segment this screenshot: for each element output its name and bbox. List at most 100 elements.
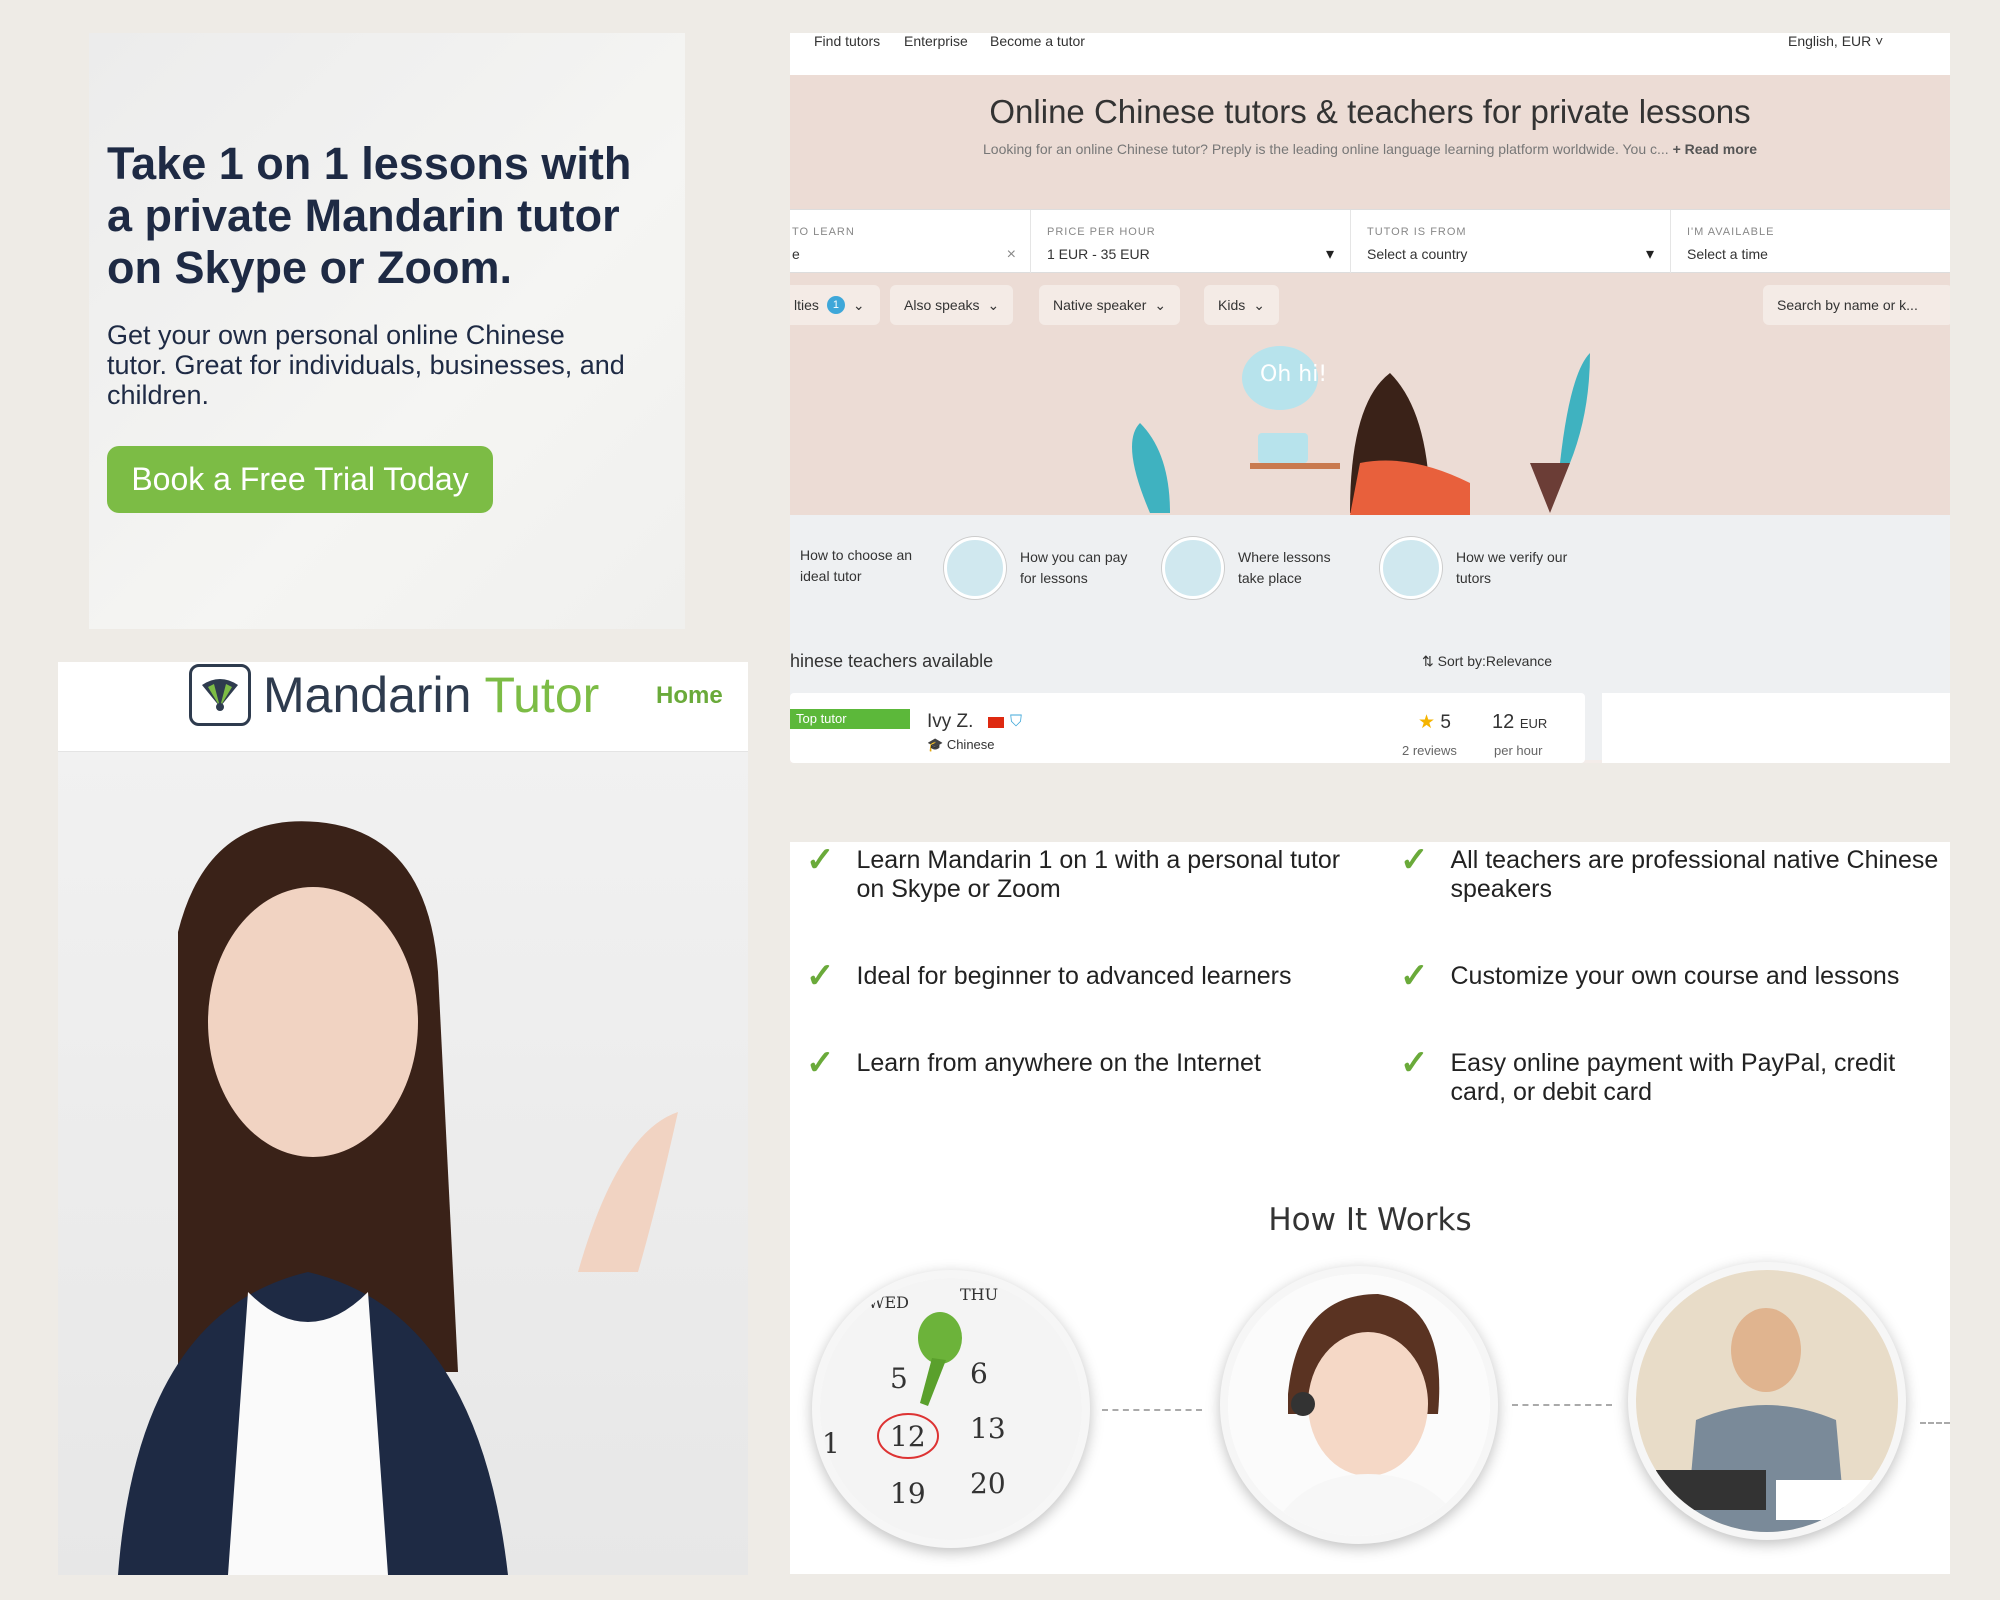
- video-preview-card[interactable]: [1602, 693, 1950, 763]
- dropdown-caret-icon: ▾: [1325, 246, 1334, 263]
- language-currency-selector[interactable]: English, EUR ˅: [1788, 33, 1883, 49]
- video-lesson-icon: [1162, 537, 1224, 599]
- filter-value: e: [792, 246, 800, 262]
- nav-become-tutor[interactable]: Become a tutor: [990, 33, 1085, 49]
- checkmark-icon: ✓: [806, 841, 835, 879]
- how-it-works-heading: How It Works: [1268, 1202, 1472, 1238]
- brand-name-accent: Tutor: [484, 667, 600, 723]
- nav-enterprise[interactable]: Enterprise: [904, 33, 968, 49]
- chip-label: Native speaker: [1053, 297, 1147, 313]
- filter-bar: TO LEARN e × PRICE PER HOUR 1 EUR - 35 EUR ▾…: [790, 209, 1950, 274]
- verified-shield-icon: ⛉: [1010, 713, 1023, 730]
- feature-text: All teachers are professional native Chi…: [1450, 846, 1939, 903]
- tutor-price: 12 EUR: [1492, 711, 1547, 734]
- preply-screenshot: Find tutors Enterprise Become a tutor En…: [790, 33, 1950, 763]
- filter-country[interactable]: TUTOR IS FROM Select a country ▾: [1351, 210, 1671, 274]
- filter-price[interactable]: PRICE PER HOUR 1 EUR - 35 EUR ▾: [1031, 210, 1351, 274]
- tutor-photo: [58, 752, 748, 1575]
- clear-icon[interactable]: ×: [1007, 246, 1016, 264]
- sort-label: Sort by:Relevance: [1437, 653, 1553, 669]
- chevron-down-icon: ˅: [1875, 33, 1884, 49]
- page-description: Looking for an online Chinese tutor? Pre…: [790, 141, 1950, 157]
- laptop-icon: [1656, 1470, 1766, 1510]
- info-label: Where lessons take place: [1238, 549, 1331, 586]
- chevron-down-icon: ⌄: [1253, 296, 1265, 313]
- available-count: hinese teachers available: [790, 651, 994, 671]
- nav-find-tutors[interactable]: Find tutors: [814, 33, 880, 49]
- chip-specialties[interactable]: lties 1 ⌄: [790, 285, 880, 325]
- chip-also-speaks[interactable]: Also speaks ⌄: [890, 285, 1014, 325]
- dashed-arrow: [1512, 1404, 1612, 1406]
- checkmark-icon: ✓: [1400, 1044, 1429, 1082]
- price-currency: EUR: [1519, 716, 1548, 731]
- hero-illustration: Oh hi!: [790, 333, 1950, 515]
- payment-illustration-icon: [944, 537, 1006, 599]
- calendar-date: 12: [890, 1420, 926, 1453]
- read-more-link[interactable]: + Read more: [1673, 141, 1757, 157]
- calendar-date: 6: [970, 1357, 988, 1390]
- filter-availability[interactable]: I'M AVAILABLE Select a time: [1671, 210, 1950, 274]
- nav-home-link[interactable]: Home: [656, 682, 723, 710]
- filter-label: PRICE PER HOUR: [1047, 226, 1156, 238]
- chevron-down-icon: ⌄: [852, 296, 865, 313]
- page-title: Online Chinese tutors & teachers for pri…: [989, 93, 1751, 130]
- mandarin-tutor-panel: Mandarin Tutor Home: [58, 662, 748, 1575]
- language-currency-label: English, EUR: [1788, 33, 1872, 49]
- fan-logo-icon[interactable]: [189, 664, 251, 726]
- calendar-date: 5: [890, 1362, 908, 1395]
- calendar-date: 13: [970, 1412, 1006, 1445]
- step-student-laptop: [1628, 1262, 1906, 1540]
- brand-name[interactable]: Mandarin Tutor: [263, 662, 599, 728]
- checkmark-icon: ✓: [806, 1044, 835, 1082]
- filter-value: 1 EUR - 35 EUR: [1047, 246, 1150, 262]
- site-header: Mandarin Tutor Home: [58, 662, 748, 752]
- chip-label: lties: [794, 297, 819, 313]
- feature-item: ✓ Ideal for beginner to advanced learners: [806, 957, 1366, 995]
- dashed-arrow: [1920, 1422, 1950, 1424]
- push-pin-icon: [918, 1312, 962, 1364]
- chip-row: lties 1 ⌄ Also speaks ⌄ Native speaker ⌄ Kid…: [790, 273, 1950, 333]
- checkmark-icon: ✓: [1400, 841, 1429, 879]
- filter-learn[interactable]: TO LEARN e ×: [790, 210, 1031, 274]
- calendar-date: 19: [890, 1477, 926, 1510]
- info-choose-tutor[interactable]: How to choose an ideal tutor: [800, 545, 920, 587]
- info-where-lessons[interactable]: Where lessons take place: [1162, 537, 1358, 599]
- price-value: 12: [1492, 711, 1515, 733]
- chip-native-speaker[interactable]: Native speaker ⌄: [1039, 285, 1181, 325]
- dropdown-caret-icon: ▾: [1645, 246, 1654, 263]
- feature-text: Customize your own course and lessons: [1450, 962, 1900, 990]
- tutor-card[interactable]: Top tutor Ivy Z. ⛉ 🎓 Chinese ★ 5 2 revie…: [790, 693, 1585, 763]
- info-label: How to choose an ideal tutor: [800, 547, 913, 584]
- brand-name-part: Mandarin: [263, 667, 485, 723]
- calendar-day-label: WED: [868, 1293, 909, 1312]
- info-label: How you can pay for lessons: [1020, 549, 1128, 586]
- review-count: 2 reviews: [1402, 743, 1457, 758]
- favorite-heart-icon[interactable]: ♡: [880, 741, 896, 762]
- tutor-name[interactable]: Ivy Z.: [927, 711, 973, 733]
- info-pay-lessons[interactable]: How you can pay for lessons: [944, 537, 1140, 599]
- tutor-rating: ★ 5: [1418, 711, 1451, 734]
- book-free-trial-button[interactable]: Book a Free Trial Today: [107, 446, 493, 513]
- features-panel: ✓ Learn Mandarin 1 on 1 with a personal t…: [790, 842, 1950, 1574]
- feature-text: Learn Mandarin 1 on 1 with a personal tu…: [856, 846, 1341, 903]
- feature-item: ✓ Customize your own course and lessons: [1400, 959, 1940, 993]
- calendar-date: 20: [970, 1467, 1006, 1500]
- dashed-arrow: [1102, 1409, 1202, 1411]
- graduation-cap-icon: 🎓: [927, 737, 947, 752]
- sort-dropdown[interactable]: ⇅ Sort by:Relevance: [1422, 653, 1552, 670]
- count-badge: 1: [826, 296, 845, 314]
- ad-headline: Take 1 on 1 lessons with a private Manda…: [107, 138, 632, 293]
- feature-item: ✓ All teachers are professional native Ch…: [1400, 841, 1940, 904]
- search-input[interactable]: Search by name or k...: [1763, 285, 1950, 325]
- china-flag-icon: [988, 717, 1004, 728]
- feature-item: ✓ Learn from anywhere on the Internet: [806, 1044, 1366, 1082]
- tutor-subject: 🎓 Chinese: [927, 737, 995, 753]
- step-schedule-calendar: WED THU 5 6 1 12 13 19 20: [812, 1270, 1090, 1548]
- feature-text: Learn from anywhere on the Internet: [856, 1049, 1261, 1077]
- feature-item: ✓ Learn Mandarin 1 on 1 with a personal t…: [806, 841, 1366, 904]
- chip-label: Also speaks: [904, 297, 980, 313]
- chip-kids[interactable]: Kids ⌄: [1204, 285, 1279, 325]
- info-verify-tutors[interactable]: How we verify our tutors: [1380, 537, 1576, 599]
- filter-label: TO LEARN: [792, 226, 855, 238]
- checkmark-icon: ✓: [806, 957, 835, 995]
